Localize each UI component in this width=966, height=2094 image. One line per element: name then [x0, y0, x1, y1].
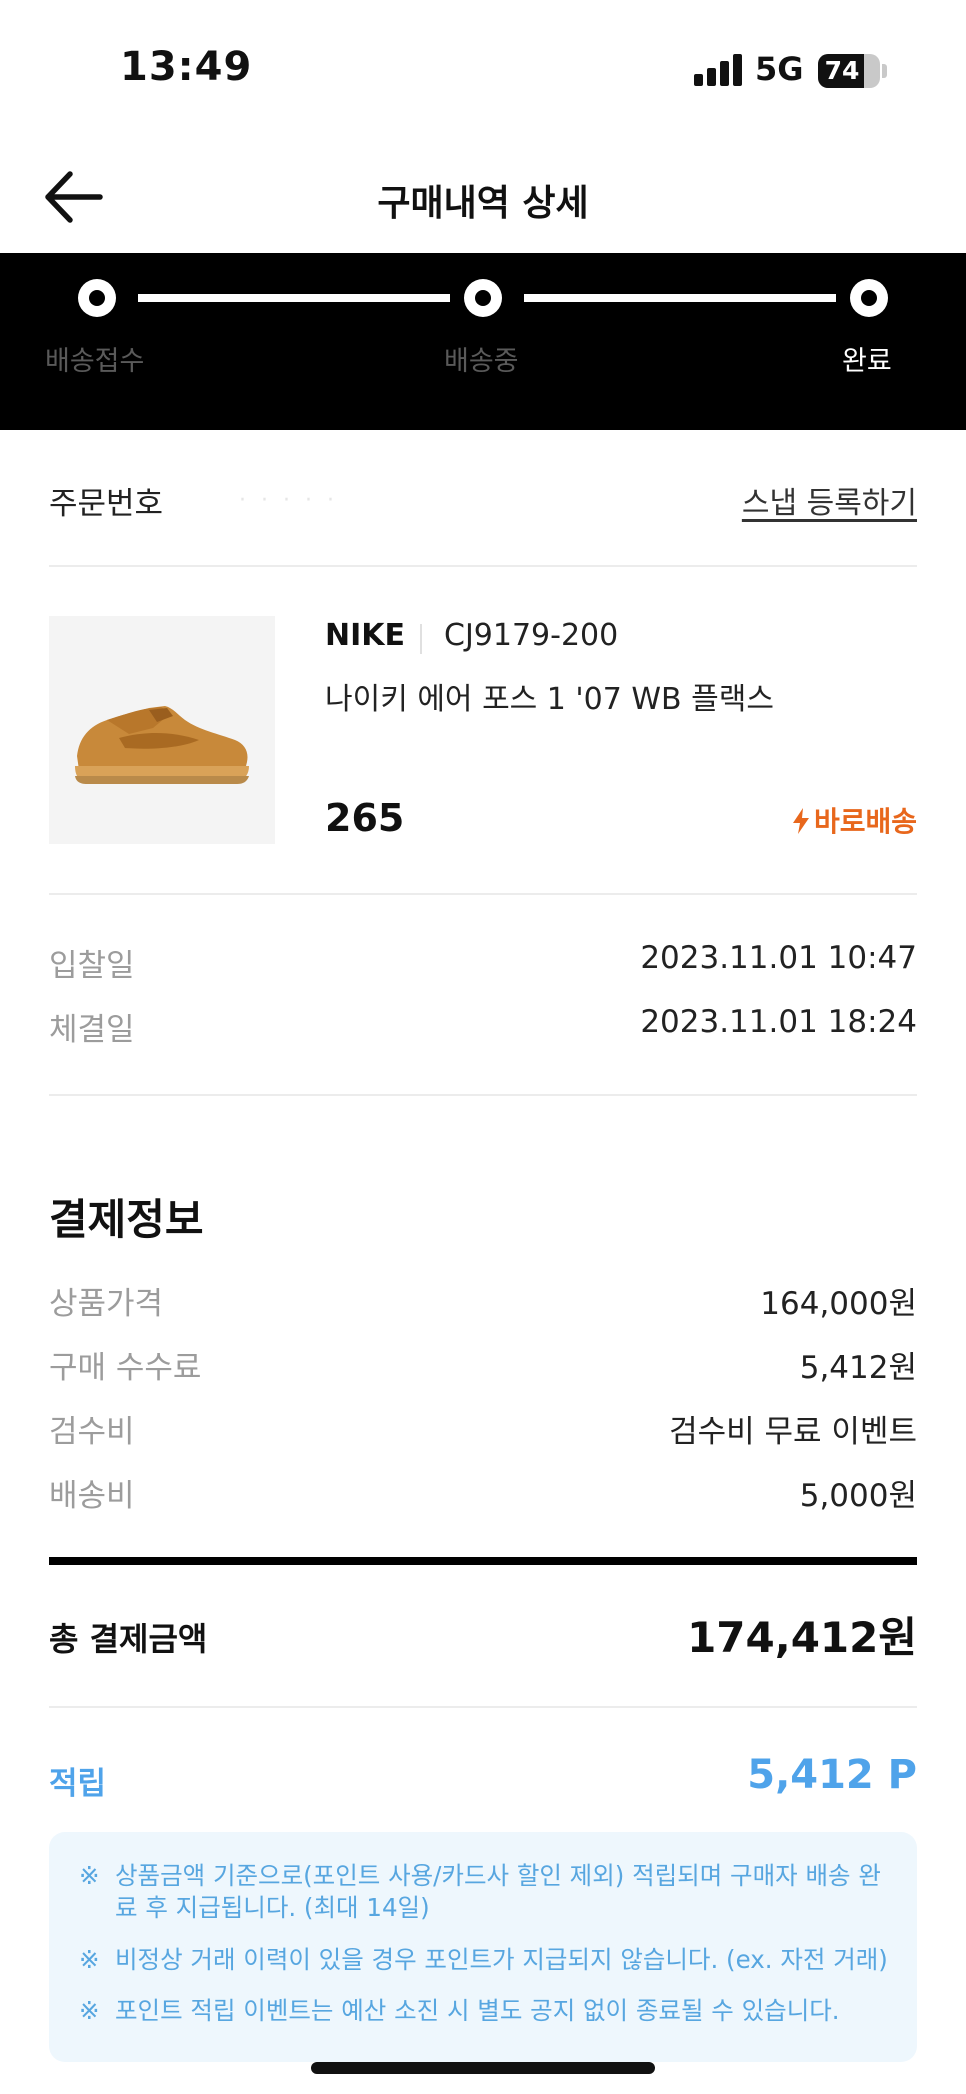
progress-step-label: 완료 [842, 346, 892, 377]
notice-mark: ※ [79, 1861, 100, 1890]
progress-step-label: 배송접수 [45, 346, 145, 377]
points-notice: ※ 포인트 적립 이벤트는 예산 소진 시 별도 공지 없이 종료될 수 있습니… [79, 1995, 889, 2027]
points-label: 적립 [49, 1766, 107, 1802]
payment-label: 검수비 [49, 1414, 135, 1450]
payment-row: 검수비 검수비 무료 이벤트 [49, 1406, 917, 1450]
progress-line [138, 294, 450, 302]
progress-step-dot [850, 279, 888, 317]
divider [49, 1094, 917, 1096]
payment-row: 배송비 5,000원 [49, 1470, 917, 1514]
delivery-progress: 배송접수 배송중 완료 [0, 253, 966, 430]
page-title: 구매내역 상세 [377, 183, 589, 224]
header: 구매내역 상세 [0, 140, 966, 253]
points-notice: ※ 비정상 거래 이력이 있을 경우 포인트가 지급되지 않습니다. (ex. … [79, 1944, 889, 1976]
payment-section-title: 결제정보 [49, 1195, 204, 1244]
points-value: 5,412 P [747, 1752, 917, 1798]
product-name: 나이키 에어 포스 1 '07 WB 플랙스 [325, 682, 774, 717]
deal-date-value: 2023.11.01 18:24 [640, 1004, 917, 1040]
payment-label: 배송비 [49, 1478, 135, 1514]
progress-line [524, 294, 836, 302]
divider [49, 565, 917, 567]
status-time: 13:49 [120, 44, 253, 90]
lightning-icon [792, 808, 809, 834]
notice-text: 상품금액 기준으로(포인트 사용/카드사 할인 제외) 적립되며 구매자 배송 … [115, 1861, 881, 1922]
points-notice-box: ※ 상품금액 기준으로(포인트 사용/카드사 할인 제외) 적립되며 구매자 배… [49, 1832, 917, 2062]
progress-step-dot [78, 279, 116, 317]
snap-register-link[interactable]: 스냅 등록하기 [742, 478, 917, 522]
product-image [49, 616, 275, 844]
order-number-label: 주문번호 [49, 486, 164, 522]
divider [49, 1706, 917, 1708]
notice-text: 포인트 적립 이벤트는 예산 소진 시 별도 공지 없이 종료될 수 있습니다. [115, 1996, 840, 2025]
progress-step-dot [464, 279, 502, 317]
payment-label: 상품가격 [49, 1286, 164, 1322]
payment-value: 164,000원 [760, 1286, 917, 1322]
notice-mark: ※ [79, 1996, 100, 2025]
network-type: 5G [755, 50, 804, 88]
sneaker-image [75, 706, 249, 784]
status-bar: 13:49 5G 74 [0, 0, 966, 140]
payment-label: 구매 수수료 [49, 1350, 202, 1386]
home-indicator[interactable] [311, 2062, 655, 2074]
deal-date-label: 체결일 [49, 1012, 135, 1048]
divider [49, 893, 917, 895]
payment-value: 5,000원 [799, 1478, 917, 1514]
order-row: 주문번호 · · · · · 스냅 등록하기 [49, 470, 917, 526]
brand-separator [420, 624, 422, 654]
progress-step-label: 배송중 [444, 346, 519, 377]
payment-value: 5,412원 [799, 1350, 917, 1386]
product-size: 265 [325, 796, 405, 840]
bid-date-value: 2023.11.01 10:47 [640, 940, 917, 976]
payment-value: 검수비 무료 이벤트 [669, 1414, 917, 1450]
points-notice: ※ 상품금액 기준으로(포인트 사용/카드사 할인 제외) 적립되며 구매자 배… [79, 1860, 889, 1924]
battery-nub [882, 64, 887, 78]
notice-mark: ※ [79, 1945, 100, 1974]
notice-text: 비정상 거래 이력이 있을 경우 포인트가 지급되지 않습니다. (ex. 자전… [115, 1945, 888, 1974]
order-number: · · · · · [239, 488, 338, 513]
product-code: CJ9179-200 [444, 618, 619, 653]
fast-shipping-label: 바로배송 [813, 805, 917, 838]
payment-row: 상품가격 164,000원 [49, 1278, 917, 1322]
bid-date-row: 입찰일 2023.11.01 10:47 [49, 940, 917, 984]
battery-level: 74 [824, 56, 860, 85]
total-divider [49, 1557, 917, 1565]
total-amount-value: 174,412원 [687, 1613, 917, 1662]
payment-row: 구매 수수료 5,412원 [49, 1342, 917, 1386]
total-amount-label: 총 결제금액 [49, 1620, 208, 1658]
battery-icon: 74 [818, 54, 880, 88]
signal-icon [694, 54, 742, 86]
bid-date-label: 입찰일 [49, 948, 135, 984]
fast-shipping-badge: 바로배송 [792, 800, 917, 840]
product-brand: NIKE [325, 618, 406, 653]
deal-date-row: 체결일 2023.11.01 18:24 [49, 1004, 917, 1048]
